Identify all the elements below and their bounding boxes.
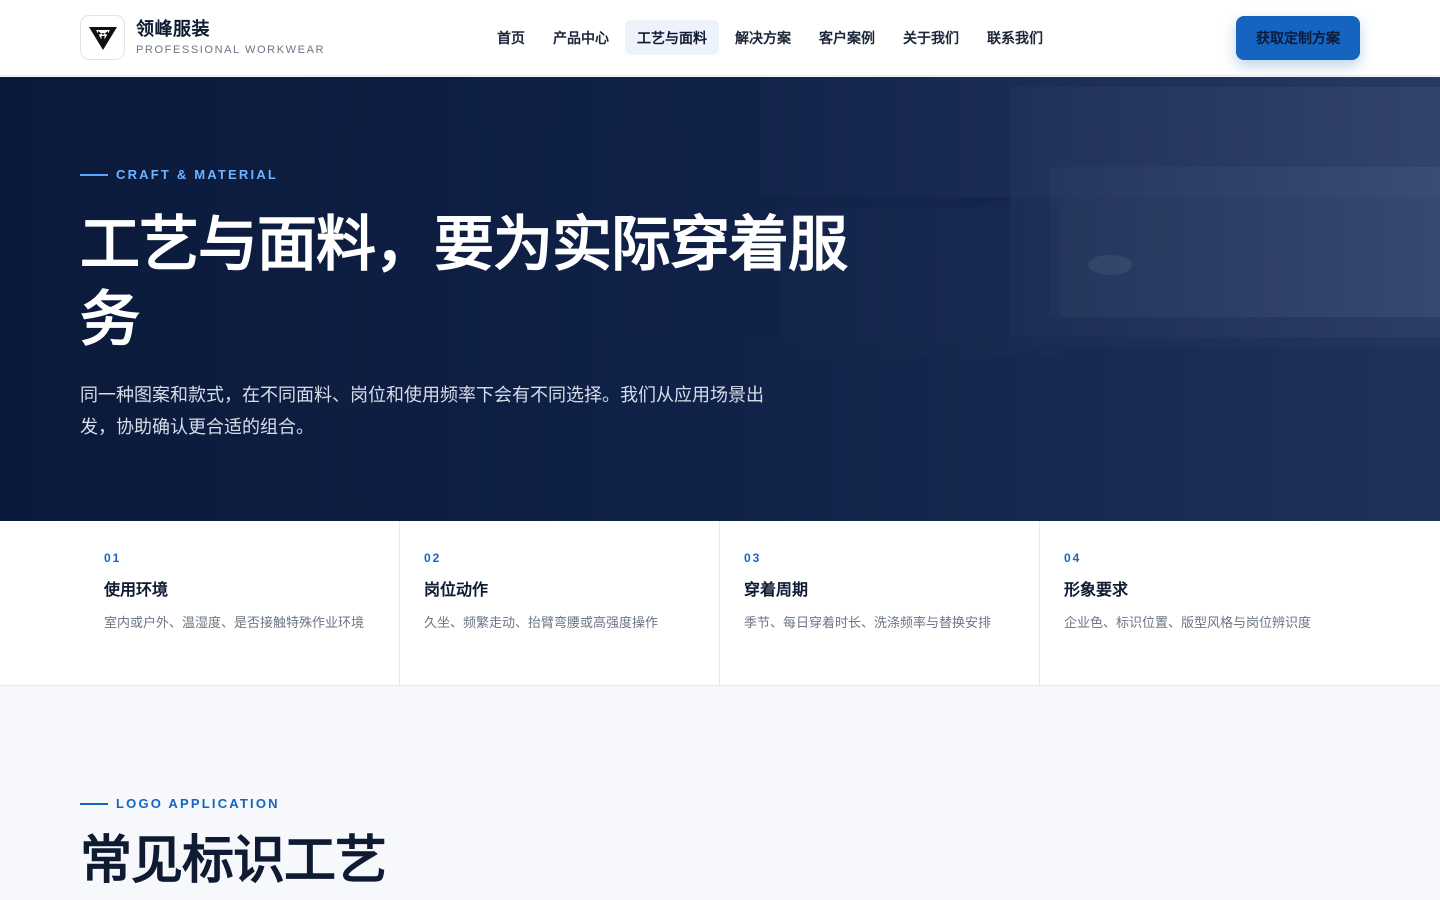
consideration-factors: 01 使用环境 室内或户外、温湿度、是否接触特殊作业环境 02 岗位动作 久坐、… — [0, 521, 1440, 686]
feature-description: 季节、每日穿着时长、洗涤频率与替换安排 — [744, 615, 992, 630]
site-header: 领峰服装 PROFESSIONAL WORKWEAR 首页 产品中心 工艺与面料… — [0, 0, 1440, 76]
eyebrow-line — [80, 802, 108, 805]
feature-card-environment: 01 使用环境 室内或户外、温湿度、是否接触特殊作业环境 — [0, 521, 400, 686]
feature-title: 使用环境 — [104, 582, 169, 599]
main-nav: 首页 产品中心 工艺与面料 解决方案 客户案例 关于我们 联系我们 — [485, 20, 1059, 55]
logo-application-section: LOGO APPLICATION 常见标识工艺 — [0, 686, 1440, 900]
hero-eyebrow: CRAFT & MATERIAL — [80, 167, 278, 182]
feature-description: 室内或户外、温湿度、是否接触特殊作业环境 — [104, 615, 365, 630]
section-title: 常见标识工艺 — [80, 832, 387, 890]
feature-number: 02 — [424, 551, 442, 565]
nav-item-about[interactable]: 关于我们 — [891, 20, 971, 55]
feature-title: 穿着周期 — [744, 582, 809, 599]
section-eyebrow-label: LOGO APPLICATION — [116, 796, 280, 811]
tuxedo-logo-icon — [80, 15, 125, 60]
nav-item-home[interactable]: 首页 — [485, 20, 537, 55]
feature-number: 01 — [104, 551, 122, 565]
feature-description: 久坐、频繁走动、抬臂弯腰或高强度操作 — [424, 615, 659, 630]
feature-title: 岗位动作 — [424, 582, 489, 599]
feature-number: 04 — [1064, 551, 1082, 565]
get-custom-plan-button[interactable]: 获取定制方案 — [1236, 16, 1360, 60]
nav-item-products[interactable]: 产品中心 — [541, 20, 621, 55]
feature-number: 03 — [744, 551, 762, 565]
section-eyebrow: LOGO APPLICATION — [80, 796, 280, 811]
nav-item-cases[interactable]: 客户案例 — [807, 20, 887, 55]
nav-item-solutions[interactable]: 解决方案 — [723, 20, 803, 55]
feature-card-job-motion: 02 岗位动作 久坐、频繁走动、抬臂弯腰或高强度操作 — [400, 521, 720, 686]
brand-logo[interactable]: 领峰服装 PROFESSIONAL WORKWEAR — [80, 15, 325, 60]
nav-item-contact[interactable]: 联系我们 — [975, 20, 1055, 55]
eyebrow-line — [80, 173, 108, 176]
brand-tagline: PROFESSIONAL WORKWEAR — [136, 44, 326, 56]
hero-banner: CRAFT & MATERIAL 工艺与面料，要为实际穿着服务 同一种图案和款式… — [0, 77, 1440, 521]
nav-item-craft-material[interactable]: 工艺与面料 — [625, 20, 719, 55]
feature-card-image-requirements: 04 形象要求 企业色、标识位置、版型风格与岗位辨识度 — [1040, 521, 1440, 686]
feature-description: 企业色、标识位置、版型风格与岗位辨识度 — [1064, 615, 1312, 630]
feature-title: 形象要求 — [1064, 582, 1129, 599]
hero-eyebrow-label: CRAFT & MATERIAL — [116, 167, 279, 182]
page-title: 工艺与面料，要为实际穿着服务 — [80, 211, 848, 353]
feature-card-wear-cycle: 03 穿着周期 季节、每日穿着时长、洗涤频率与替换安排 — [720, 521, 1040, 686]
brand-name: 领峰服装 — [136, 19, 210, 39]
hero-description: 同一种图案和款式，在不同面料、岗位和使用频率下会有不同选择。我们从应用场景出发，… — [80, 385, 764, 437]
